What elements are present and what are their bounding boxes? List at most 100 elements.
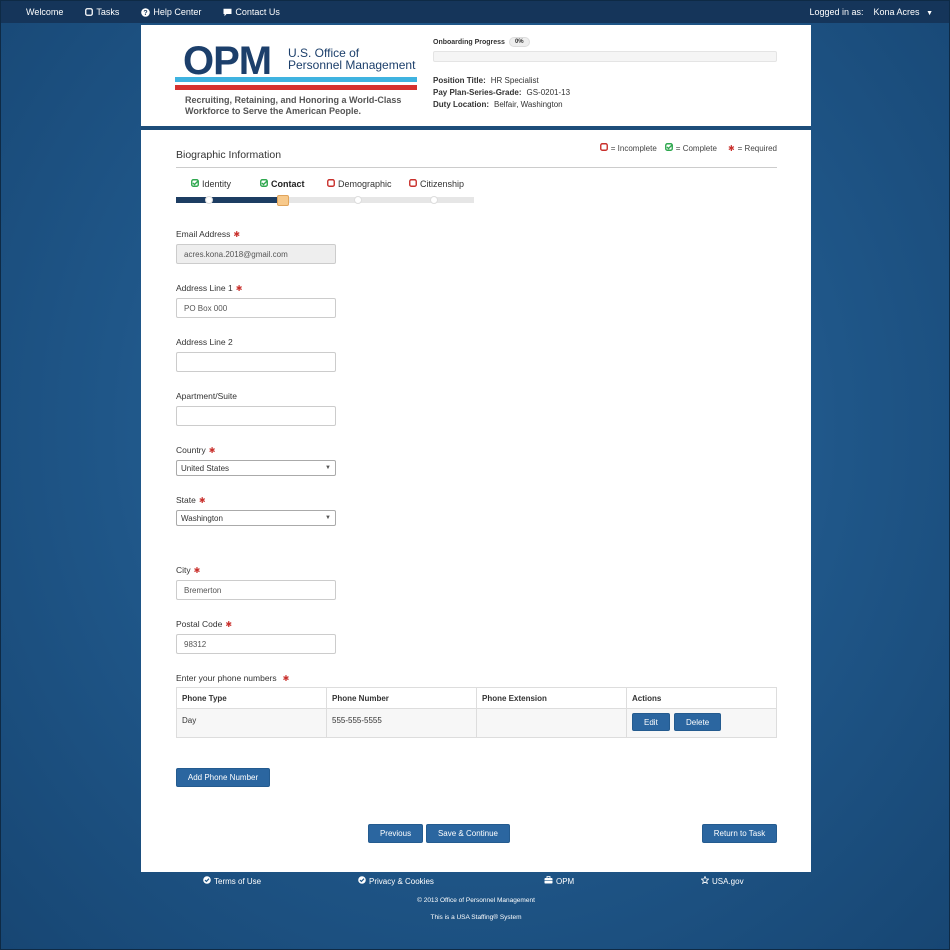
postal-input[interactable]: 98312 [176,634,336,654]
nav-welcome[interactable]: Welcome [26,7,63,17]
footer-copyright: © 2013 Office of Personnel Management [417,897,535,904]
logo-stripe-blue [175,77,417,82]
star-icon [700,875,710,886]
pay-plan-row: Pay Plan-Series-Grade: GS-0201-13 [433,87,570,99]
chat-icon [223,8,232,17]
chevron-down-icon: ▼ [325,515,331,521]
position-title-label: Position Title: [433,76,486,85]
svg-text:?: ? [144,10,148,17]
question-icon: ? [141,7,151,17]
footer-links: Terms of Use Privacy & Cookies OPM USA.g… [141,875,811,890]
pay-plan-value: GS-0201-13 [526,88,571,97]
email-label: Email Address ✱ [176,229,476,239]
save-continue-button[interactable]: Save & Continue [426,824,510,843]
incomplete-icon [599,143,608,153]
legend-incomplete: = Incomplete [599,143,657,153]
step-dot [354,196,362,204]
check-circle-icon [358,876,366,886]
nav-tasks[interactable]: Tasks [85,7,119,17]
step-dot [205,196,213,204]
phone-numbers-label: Enter your phone numbers ✱ [176,673,289,683]
footer-opm-link[interactable]: OPM [544,876,574,886]
postal-code-field: Postal Code ✱ 98312 [176,619,476,654]
footer-privacy-text: Privacy & Cookies [369,876,434,886]
postal-label-text: Postal Code [176,619,223,629]
city-label: City ✱ [176,565,476,575]
postal-label: Postal Code ✱ [176,619,476,629]
required-icon: ✱ [282,674,290,683]
return-to-task-button[interactable]: Return to Task [702,824,777,843]
page-header: OPM U.S. Office of Personnel Management … [141,25,811,128]
step-contact[interactable]: Contact [260,179,305,189]
logged-in-label: Logged in as: [809,7,864,17]
legend-incomplete-text: = Incomplete [610,143,657,153]
section-title: Biographic Information [176,149,282,161]
duty-location-row: Duty Location: Belfair, Washington [433,99,570,111]
user-menu: Logged in as: Kona Acres ▼ [809,7,933,17]
position-title-row: Position Title: HR Specialist [433,75,570,87]
footer-terms-text: Terms of Use [214,876,262,886]
step-demographic[interactable]: Demographic [327,179,392,189]
tagline-line-2: Workforce to Serve the American People. [185,106,362,116]
logo-wordmark: OPM [183,39,272,83]
status-legend: = Incomplete = Complete ✱ = Required [592,143,777,153]
address1-input[interactable]: PO Box 000 [176,298,336,318]
main-panel: OPM U.S. Office of Personnel Management … [141,25,811,872]
edit-phone-button[interactable]: Edit [632,713,670,731]
add-phone-button[interactable]: Add Phone Number [176,768,270,787]
step-demographic-label: Demographic [338,179,392,189]
step-citizenship[interactable]: Citizenship [409,179,464,189]
address2-input[interactable] [176,352,336,372]
previous-button[interactable]: Previous [368,824,423,843]
position-info: Position Title: HR Specialist Pay Plan-Se… [433,75,570,111]
email-label-text: Email Address [176,229,231,239]
state-select[interactable]: Washington ▼ [176,510,336,526]
progress-badge: 0% [508,37,530,47]
header-divider [141,126,811,130]
nav-welcome-label: Welcome [26,7,64,17]
phone-label-text: Enter your phone numbers [176,673,277,683]
nav-help-center[interactable]: ? Help Center [141,7,201,17]
required-icon: ✱ [235,284,243,293]
agency-name: U.S. Office of Personnel Management [288,47,415,71]
section-divider [176,167,777,168]
country-select[interactable]: United States ▼ [176,460,336,476]
step-dot [430,196,438,204]
footer-privacy-link[interactable]: Privacy & Cookies [358,876,434,886]
step-contact-label: Contact [271,179,305,189]
nav-help-label: Help Center [153,7,202,17]
apartment-field: Apartment/Suite [176,391,476,426]
user-dropdown[interactable]: Kona Acres ▼ [874,7,933,17]
phone-extension-cell [476,708,627,738]
chevron-down-icon: ▼ [325,465,331,471]
footer-opm-text: OPM [556,876,575,886]
column-header: Phone Number [326,687,477,709]
nav-tasks-label: Tasks [96,7,120,17]
opm-logo: OPM U.S. Office of Personnel Management … [175,41,420,121]
incomplete-icon [327,179,335,189]
footer-usagov-link[interactable]: USA.gov [700,875,744,886]
required-icon: ✱ [208,446,216,455]
address-line-2-field: Address Line 2 [176,337,476,372]
address-line-1-field: Address Line 1 ✱ PO Box 000 [176,283,476,318]
briefcase-icon [544,876,553,886]
column-header: Actions [626,687,777,709]
table-row: Day 555-555-5555 Edit Delete [176,708,777,738]
country-label-text: Country [176,445,206,455]
required-icon: ✱ [225,620,233,629]
required-icon: ✱ [198,496,206,505]
apartment-input[interactable] [176,406,336,426]
city-input[interactable]: Bremerton [176,580,336,600]
nav-contact-us[interactable]: Contact Us [223,7,280,17]
complete-icon [191,179,199,189]
address1-label: Address Line 1 ✱ [176,283,476,293]
footer-system-note: This is a USA Staffing® System [430,914,522,921]
step-identity[interactable]: Identity [191,179,231,189]
state-label-text: State [176,495,196,505]
progress-bar [433,51,777,62]
step-wizard: Identity Contact Demographic Citizenship [176,179,476,209]
delete-phone-button[interactable]: Delete [674,713,722,731]
duty-location-value: Belfair, Washington [494,100,563,109]
footer-terms-link[interactable]: Terms of Use [203,876,261,886]
user-name: Kona Acres [873,7,920,17]
